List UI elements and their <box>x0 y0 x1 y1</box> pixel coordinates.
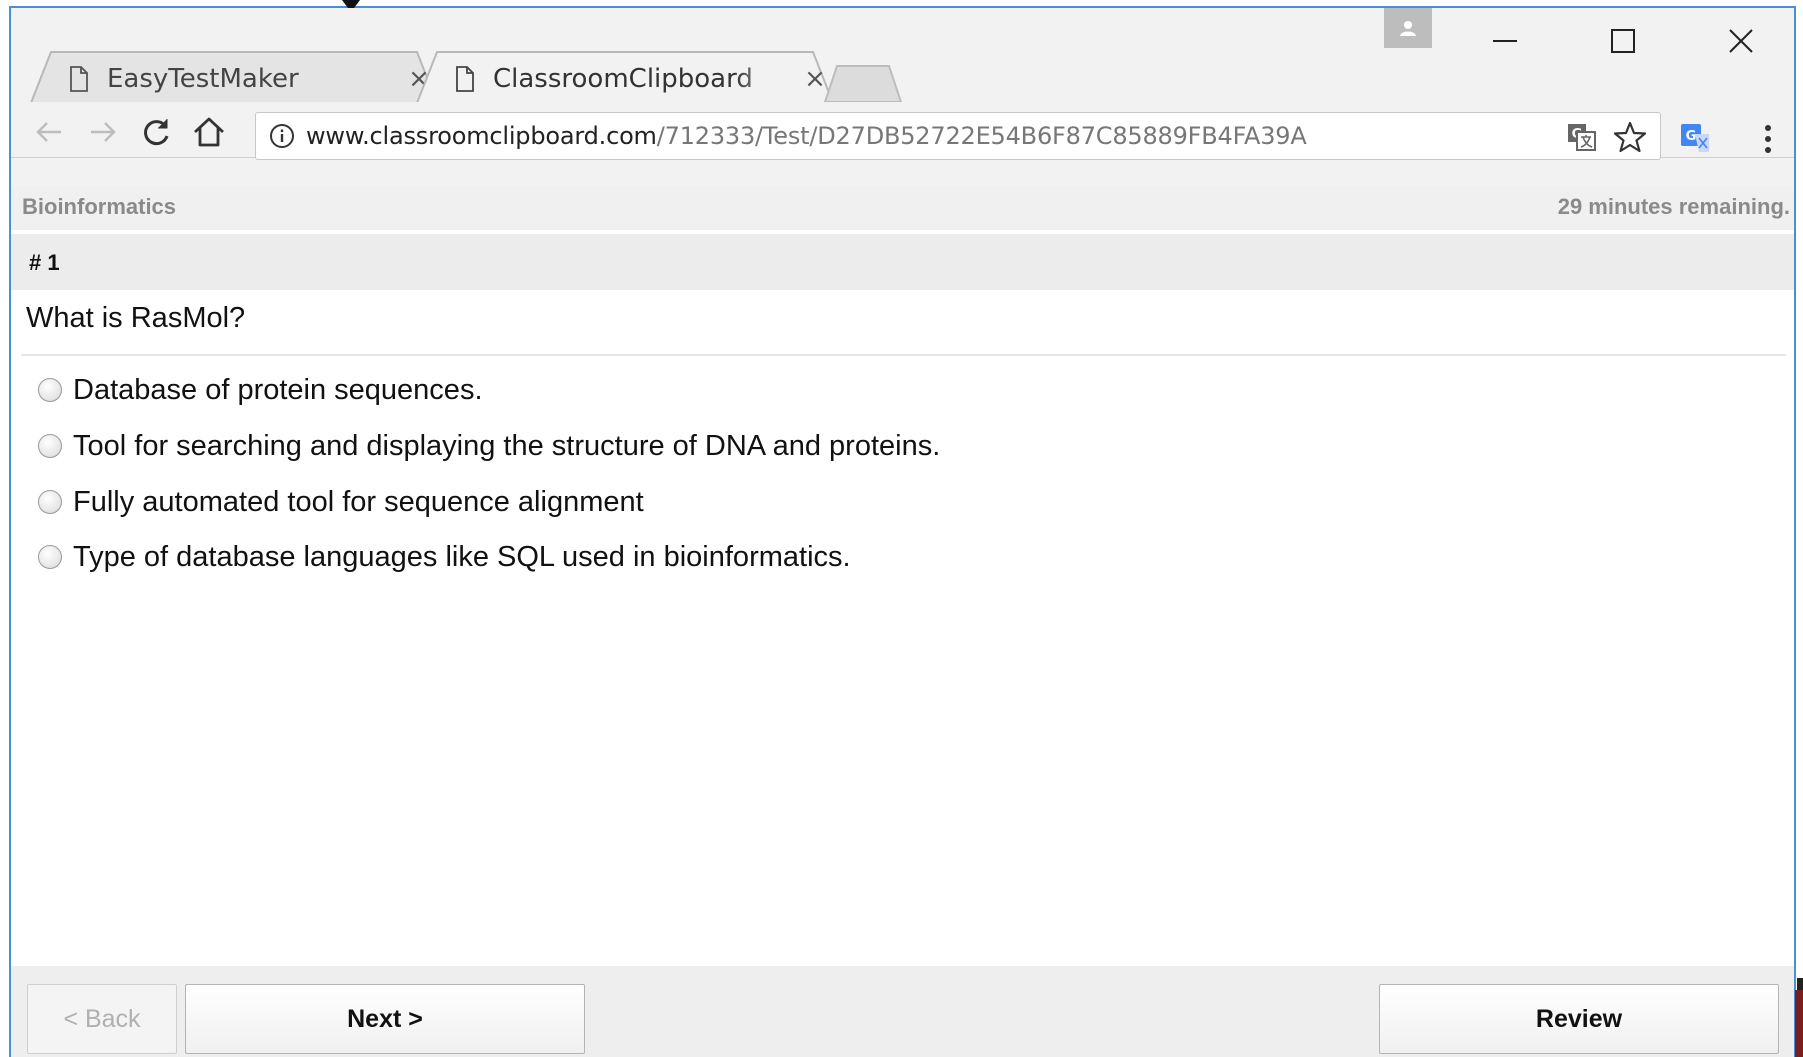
question-divider <box>21 354 1786 356</box>
new-tab-button[interactable] <box>823 64 903 104</box>
profile-button[interactable] <box>1384 8 1432 48</box>
test-page: Bioinformatics 29 minutes remaining. # 1… <box>11 186 1794 1057</box>
answer-radio[interactable] <box>38 490 62 514</box>
url-path: /712333/Test/D27DB52722E54B6F87C85889FB4… <box>656 122 1307 150</box>
answer-label[interactable]: Database of protein sequences. <box>73 374 483 407</box>
answer-label[interactable]: Type of database languages like SQL used… <box>73 541 851 574</box>
page-icon <box>456 66 474 92</box>
test-header: Bioinformatics 29 minutes remaining. <box>11 186 1794 230</box>
minimize-button[interactable] <box>1465 18 1545 64</box>
answer-option[interactable]: Database of protein sequences. <box>11 364 1211 416</box>
kebab-menu-icon <box>1765 125 1771 153</box>
forward-nav-button[interactable] <box>83 112 123 152</box>
course-title: Bioinformatics <box>22 194 177 219</box>
translate-extension-icon[interactable]: G <box>1679 122 1713 156</box>
info-circle-glyph <box>270 124 294 148</box>
maximize-icon <box>1611 29 1635 53</box>
browser-toolbar: www.classroomclipboard.com/712333/Test/D… <box>11 102 1794 160</box>
svg-text:G: G <box>1686 129 1697 144</box>
question-number-bar: # 1 <box>11 234 1794 290</box>
answer-label[interactable]: Fully automated tool for sequence alignm… <box>73 486 644 519</box>
close-window-button[interactable] <box>1701 18 1781 64</box>
browser-window: EasyTestMaker × ClassroomClipboard × www… <box>9 6 1796 1057</box>
info-icon[interactable] <box>264 118 300 154</box>
answer-option[interactable]: Type of database languages like SQL used… <box>11 531 1211 583</box>
tab-title: EasyTestMaker <box>107 64 299 94</box>
next-button[interactable]: Next > <box>185 984 585 1054</box>
url-domain: www.classroomclipboard.com <box>306 122 657 150</box>
browser-menu-button[interactable] <box>1755 120 1781 158</box>
reload-icon <box>144 119 169 146</box>
maximize-button[interactable] <box>1583 18 1663 64</box>
answer-radio[interactable] <box>38 434 62 458</box>
page-icon <box>70 66 88 92</box>
question-number: # 1 <box>29 250 60 275</box>
minimize-icon <box>1493 40 1517 42</box>
home-button[interactable] <box>189 112 229 152</box>
person-icon <box>1400 21 1416 36</box>
forward-arrow-icon <box>91 122 116 142</box>
question-text: What is RasMol? <box>26 302 246 334</box>
cursor-fragment <box>342 0 360 8</box>
navigation-footer: < Back Next > Review <box>11 966 1794 1057</box>
translate-icon[interactable]: G <box>1566 121 1598 153</box>
answer-radio[interactable] <box>38 545 62 569</box>
home-icon <box>194 117 224 147</box>
back-nav-button[interactable] <box>29 112 69 152</box>
answer-label[interactable]: Tool for searching and displaying the st… <box>73 430 940 463</box>
answer-radio[interactable] <box>38 378 62 402</box>
url-text: www.classroomclipboard.com/712333/Test/D… <box>306 122 1307 150</box>
reload-button[interactable] <box>137 112 177 152</box>
review-button[interactable]: Review <box>1379 984 1779 1054</box>
tab-strip: EasyTestMaker × ClassroomClipboard × <box>11 8 1794 108</box>
edge-fragment <box>1795 990 1803 1057</box>
close-icon <box>1729 29 1753 53</box>
star-icon[interactable] <box>1612 119 1648 155</box>
tab-easytestmaker[interactable]: EasyTestMaker × <box>29 50 439 108</box>
address-bar[interactable]: www.classroomclipboard.com/712333/Test/D… <box>255 112 1661 160</box>
back-arrow-icon <box>36 122 61 142</box>
answer-option[interactable]: Tool for searching and displaying the st… <box>11 420 1211 472</box>
back-button[interactable]: < Back <box>27 984 177 1054</box>
tab-classroomclipboard[interactable]: ClassroomClipboard × <box>415 50 835 108</box>
time-remaining: 29 minutes remaining. <box>1557 194 1790 219</box>
tab-title: ClassroomClipboard <box>493 64 753 94</box>
answer-option[interactable]: Fully automated tool for sequence alignm… <box>11 476 1211 528</box>
